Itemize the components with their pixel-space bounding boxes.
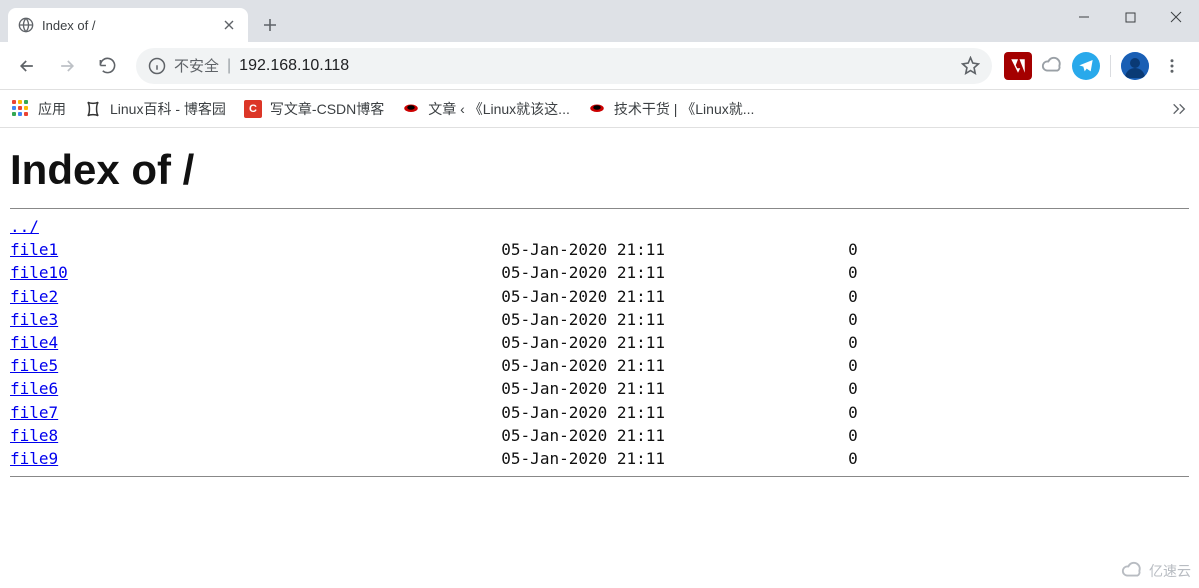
extension-cloud-icon[interactable] xyxy=(1038,52,1066,80)
extension-telegram-icon[interactable] xyxy=(1072,52,1100,80)
bookmark-item[interactable]: Linux百科 - 博客园 xyxy=(84,99,226,119)
tab-strip: Index of / xyxy=(0,0,1199,42)
tab-title: Index of / xyxy=(42,18,212,33)
file-link[interactable]: file9 xyxy=(10,449,58,468)
page-heading: Index of / xyxy=(10,146,1189,194)
window-minimize-button[interactable] xyxy=(1061,0,1107,34)
reload-button[interactable] xyxy=(90,49,124,83)
horizontal-rule xyxy=(10,476,1189,477)
window-controls xyxy=(1061,0,1199,34)
bookmark-item[interactable]: 文章 ‹ 《Linux就该这... xyxy=(402,99,570,119)
new-tab-button[interactable] xyxy=(256,11,284,39)
apps-grid-icon xyxy=(12,100,30,118)
globe-icon xyxy=(18,17,34,33)
bookmark-item[interactable]: C 写文章-CSDN博客 xyxy=(244,99,384,119)
info-icon[interactable] xyxy=(148,57,166,75)
file-link[interactable]: file8 xyxy=(10,426,58,445)
directory-listing: ../ file1 05-Jan-2020 21:11 0 file10 05-… xyxy=(10,215,1189,470)
bookmark-apps[interactable]: 应用 xyxy=(12,99,66,119)
forward-button[interactable] xyxy=(50,49,84,83)
horizontal-rule xyxy=(10,208,1189,209)
watermark: 亿速云 xyxy=(1121,560,1191,582)
toolbar-separator xyxy=(1110,55,1111,77)
file-link[interactable]: file1 xyxy=(10,240,58,259)
address-bar[interactable]: 不安全 | 192.168.10.118 xyxy=(136,48,992,84)
bookmark-label: 技术干货 | 《Linux就... xyxy=(614,99,755,119)
browser-menu-button[interactable] xyxy=(1155,49,1189,83)
file-link[interactable]: file3 xyxy=(10,310,58,329)
bookmark-star-icon[interactable] xyxy=(961,56,980,75)
bookmark-label: Linux百科 - 博客园 xyxy=(110,99,226,119)
site-icon xyxy=(84,100,102,118)
csdn-icon: C xyxy=(244,100,262,118)
file-link[interactable]: file7 xyxy=(10,403,58,422)
browser-tab[interactable]: Index of / xyxy=(8,8,248,42)
security-status-label: 不安全 xyxy=(174,55,219,76)
file-link[interactable]: file4 xyxy=(10,333,58,352)
redhat-icon xyxy=(402,100,420,118)
window-maximize-button[interactable] xyxy=(1107,0,1153,34)
extension-adobe-icon[interactable] xyxy=(1004,52,1032,80)
watermark-text: 亿速云 xyxy=(1149,561,1191,581)
file-link[interactable]: file6 xyxy=(10,379,58,398)
file-link[interactable]: file5 xyxy=(10,356,58,375)
window-close-button[interactable] xyxy=(1153,0,1199,34)
separator: | xyxy=(227,57,231,75)
browser-toolbar: 不安全 | 192.168.10.118 xyxy=(0,42,1199,90)
parent-dir-link[interactable]: ../ xyxy=(10,217,39,236)
back-button[interactable] xyxy=(10,49,44,83)
redhat-icon xyxy=(588,100,606,118)
bookmarks-bar: 应用 Linux百科 - 博客园 C 写文章-CSDN博客 文章 ‹ 《Linux就该… xyxy=(0,90,1199,128)
file-link[interactable]: file2 xyxy=(10,287,58,306)
bookmark-label: 写文章-CSDN博客 xyxy=(270,99,384,119)
bookmarks-overflow-button[interactable] xyxy=(1171,101,1187,117)
file-link[interactable]: file10 xyxy=(10,263,68,282)
bookmark-label: 应用 xyxy=(38,99,66,119)
bookmark-item[interactable]: 技术干货 | 《Linux就... xyxy=(588,99,755,119)
page-content: Index of / ../ file1 05-Jan-2020 21:11 0… xyxy=(0,128,1199,495)
profile-avatar[interactable] xyxy=(1121,52,1149,80)
url-text: 192.168.10.118 xyxy=(239,57,953,75)
tab-close-button[interactable] xyxy=(220,16,238,34)
bookmark-label: 文章 ‹ 《Linux就该这... xyxy=(428,99,570,119)
